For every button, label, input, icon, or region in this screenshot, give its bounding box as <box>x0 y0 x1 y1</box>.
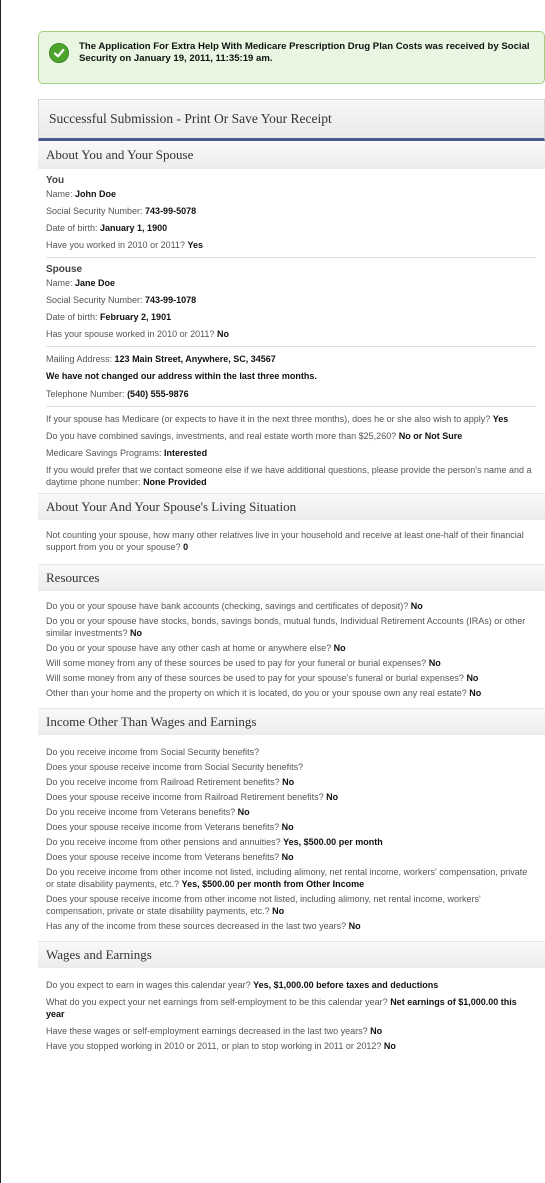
medicare-question: If your spouse has Medicare (or expects … <box>46 414 509 424</box>
section-living-body: Not counting your spouse, how many other… <box>38 520 545 564</box>
income-item: Does your spouse receive income from Rai… <box>46 792 339 802</box>
wages-item: Do you expect to earn in wages this cale… <box>46 980 439 990</box>
resource-item: Will some money from any of these source… <box>46 673 479 683</box>
section-income-title: Income Other Than Wages and Earnings <box>38 708 545 735</box>
resource-item: Other than your home and the property on… <box>46 688 482 698</box>
mailing-address: Mailing Address: 123 Main Street, Anywhe… <box>46 354 276 364</box>
section-wages-title: Wages and Earnings <box>38 941 545 968</box>
spouse-name: Name: Jane Doe <box>46 278 116 288</box>
income-item: Do you receive income from Veterans bene… <box>46 807 250 817</box>
contact-question: If you would prefer that we contact some… <box>46 465 532 487</box>
spouse-heading: Spouse <box>46 264 83 275</box>
income-item: Does your spouse receive income from Vet… <box>46 822 294 832</box>
resource-item: Do you or your spouse have stocks, bonds… <box>46 616 526 638</box>
you-ssn: Social Security Number: 743-99-5078 <box>46 206 197 216</box>
section-resources-title: Resources <box>38 564 545 591</box>
address-note: We have not changed our address within t… <box>46 371 317 381</box>
checkmark-icon <box>49 43 69 63</box>
success-message: The Application For Extra Help With Medi… <box>79 41 530 64</box>
savings-question: Do you have combined savings, investment… <box>46 431 463 441</box>
resource-item: Do you or your spouse have any other cas… <box>46 643 346 653</box>
section-about-title: About You and Your Spouse <box>38 141 545 169</box>
success-notice: The Application For Extra Help With Medi… <box>38 31 545 84</box>
income-item: Do you receive income from other income … <box>46 867 528 889</box>
section-about-body: You Name: John Doe Social Security Numbe… <box>38 175 545 488</box>
you-heading: You <box>46 175 65 186</box>
spouse-ssn: Social Security Number: 743-99-1078 <box>46 295 197 305</box>
wages-item: Have these wages or self-employment earn… <box>46 1026 383 1036</box>
income-item: Does your spouse receive income from Soc… <box>46 762 304 772</box>
section-income-body: Do you receive income from Social Securi… <box>38 735 545 941</box>
page-border <box>0 0 1 1183</box>
income-item: Has any of the income from these sources… <box>46 921 361 931</box>
you-worked: Have you worked in 2010 or 2011? Yes <box>46 240 203 250</box>
section-living-title: About Your And Your Spouse's Living Situ… <box>38 493 545 520</box>
resource-item: Do you or your spouse have bank accounts… <box>46 601 423 611</box>
income-item: Do you receive income from Railroad Reti… <box>46 777 295 787</box>
income-item: Do you receive income from Social Securi… <box>46 747 260 757</box>
you-name: Name: John Doe <box>46 189 117 199</box>
divider <box>46 346 536 347</box>
divider <box>46 406 536 407</box>
receipt: Successful Submission - Print Or Save Yo… <box>38 99 545 1052</box>
page-content: The Application For Extra Help With Medi… <box>38 31 545 1057</box>
income-item: Does your spouse receive income from oth… <box>46 894 481 916</box>
spouse-worked: Has your spouse worked in 2010 or 2011? … <box>46 329 229 339</box>
medicare-savings-programs: Medicare Savings Programs: Interested <box>46 448 208 458</box>
income-item: Does your spouse receive income from Vet… <box>46 852 294 862</box>
spouse-dob: Date of birth: February 2, 1901 <box>46 312 172 322</box>
wages-item: Have you stopped working in 2010 or 2011… <box>46 1041 396 1051</box>
wages-item: What do you expect your net earnings fro… <box>46 997 517 1019</box>
you-dob: Date of birth: January 1, 1900 <box>46 223 168 233</box>
divider <box>46 257 536 258</box>
section-wages-body: Do you expect to earn in wages this cale… <box>38 968 545 1052</box>
section-resources-body: Do you or your spouse have bank accounts… <box>38 591 545 708</box>
resource-item: Will some money from any of these source… <box>46 658 441 668</box>
receipt-title: Successful Submission - Print Or Save Yo… <box>38 99 545 141</box>
income-item: Do you receive income from other pension… <box>46 837 383 847</box>
telephone: Telephone Number: (540) 555-9876 <box>46 389 189 399</box>
living-question: Not counting your spouse, how many other… <box>46 530 524 552</box>
